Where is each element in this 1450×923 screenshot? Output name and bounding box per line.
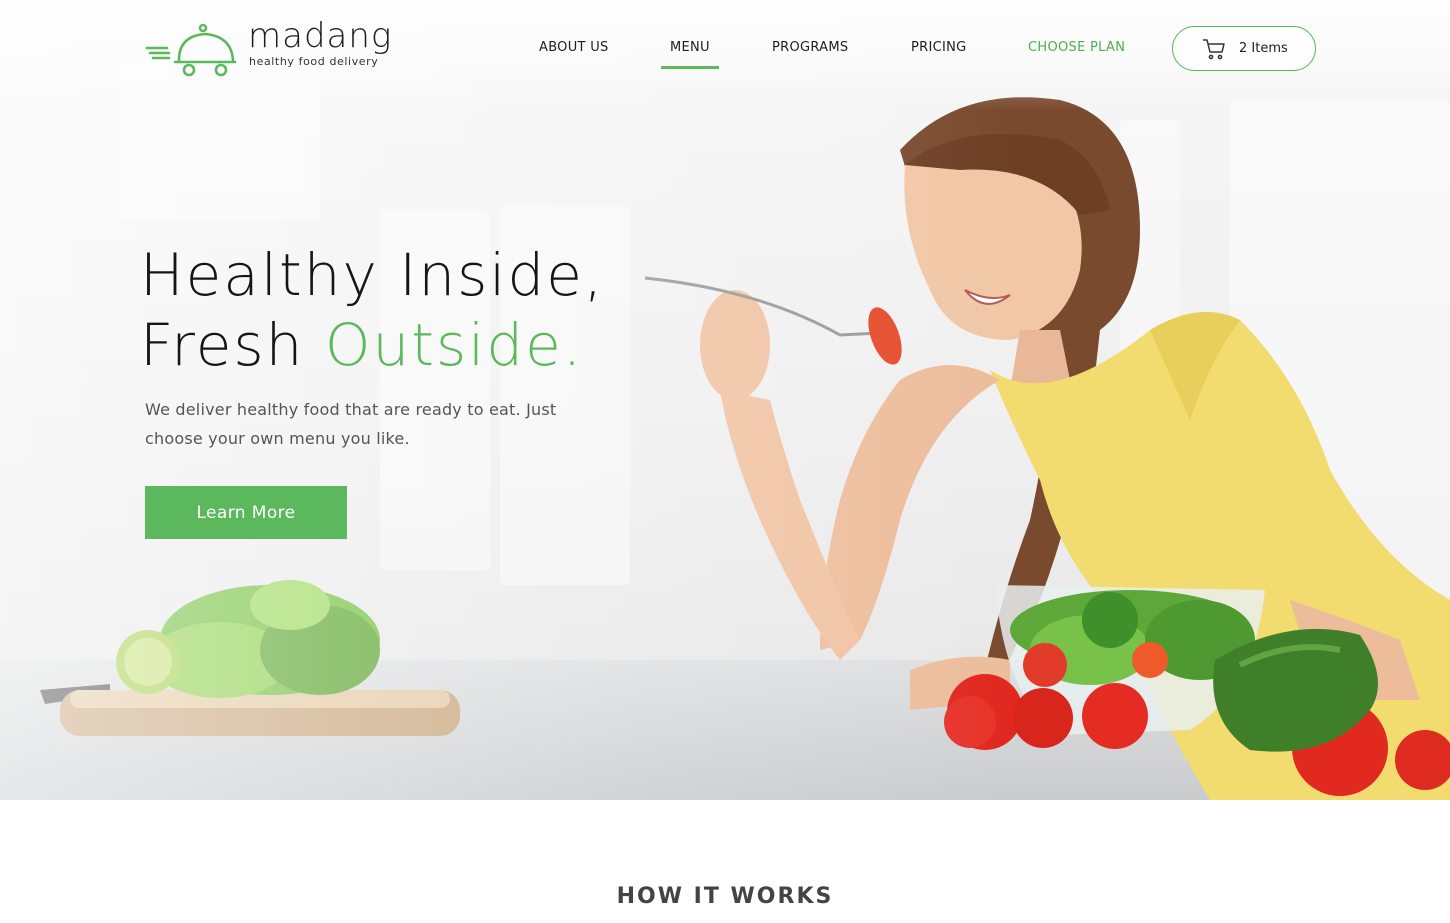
nav-item-menu[interactable]: MENU [661, 40, 719, 69]
headline-line-2-accent: Outside. [324, 311, 584, 379]
hero-subtext: We deliver healthy food that are ready t… [145, 400, 557, 448]
hero-headline: Healthy Inside, Fresh Outside. [140, 240, 604, 380]
headline-line-2-prefix: Fresh [140, 311, 325, 379]
nav-item-pricing[interactable]: PRICING [911, 40, 967, 55]
cart-button[interactable]: 2 Items [1172, 26, 1316, 71]
how-it-works-title: HOW IT WORKS [616, 884, 834, 909]
cart-count-label: 2 Items [1239, 41, 1288, 56]
brand-logo[interactable]: madang healthy food delivery [145, 16, 395, 78]
nav-item-choose-plan[interactable]: CHOOSE PLAN [1028, 40, 1125, 55]
brand-name: madang [248, 16, 393, 56]
headline-line-1: Healthy Inside, [140, 241, 605, 309]
brand-tagline: healthy food delivery [249, 55, 379, 68]
nav-item-about-us[interactable]: ABOUT US [539, 40, 609, 55]
site-header: madang healthy food delivery ABOUT US ME… [0, 0, 1450, 95]
nav-item-programs[interactable]: PROGRAMS [772, 40, 848, 55]
cart-icon [1203, 39, 1225, 60]
delivery-cloche-icon [145, 23, 237, 77]
learn-more-button[interactable]: Learn More [145, 486, 347, 539]
